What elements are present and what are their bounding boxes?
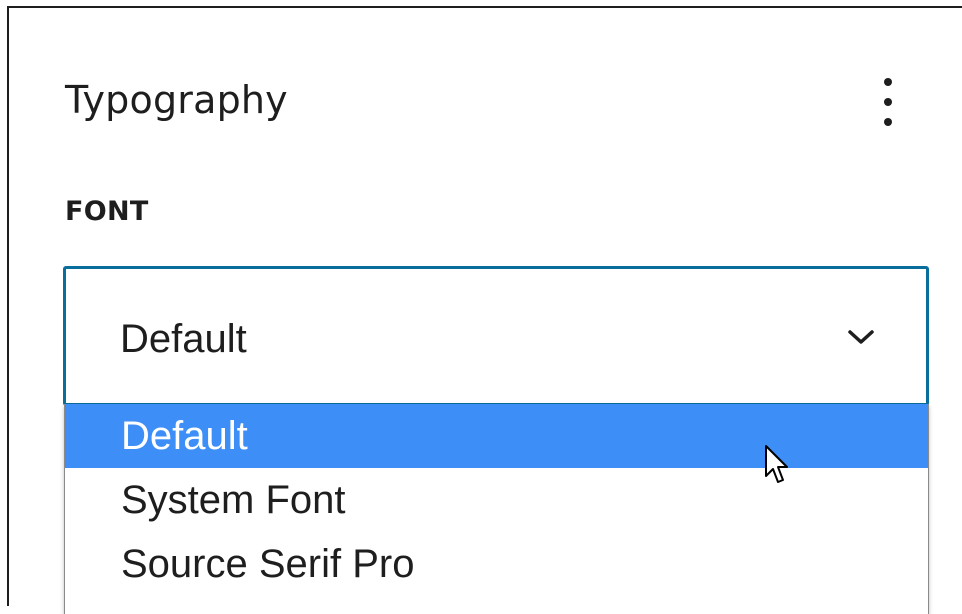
font-label: FONT [65,196,149,227]
panel-title: Typography [65,78,288,122]
more-options-button[interactable] [867,66,909,138]
font-option-system-font[interactable]: System Font [65,468,928,532]
chevron-down-icon [848,330,874,344]
font-select-value: Default [120,317,247,361]
font-dropdown-list: Default System Font Source Serif Pro [64,404,929,614]
font-option-default[interactable]: Default [65,404,928,468]
more-vertical-icon [884,78,892,126]
font-select[interactable]: Default [63,266,929,406]
typography-panel: Typography FONT Default Default System F… [7,6,962,614]
font-option-source-serif-pro[interactable]: Source Serif Pro [65,532,928,596]
